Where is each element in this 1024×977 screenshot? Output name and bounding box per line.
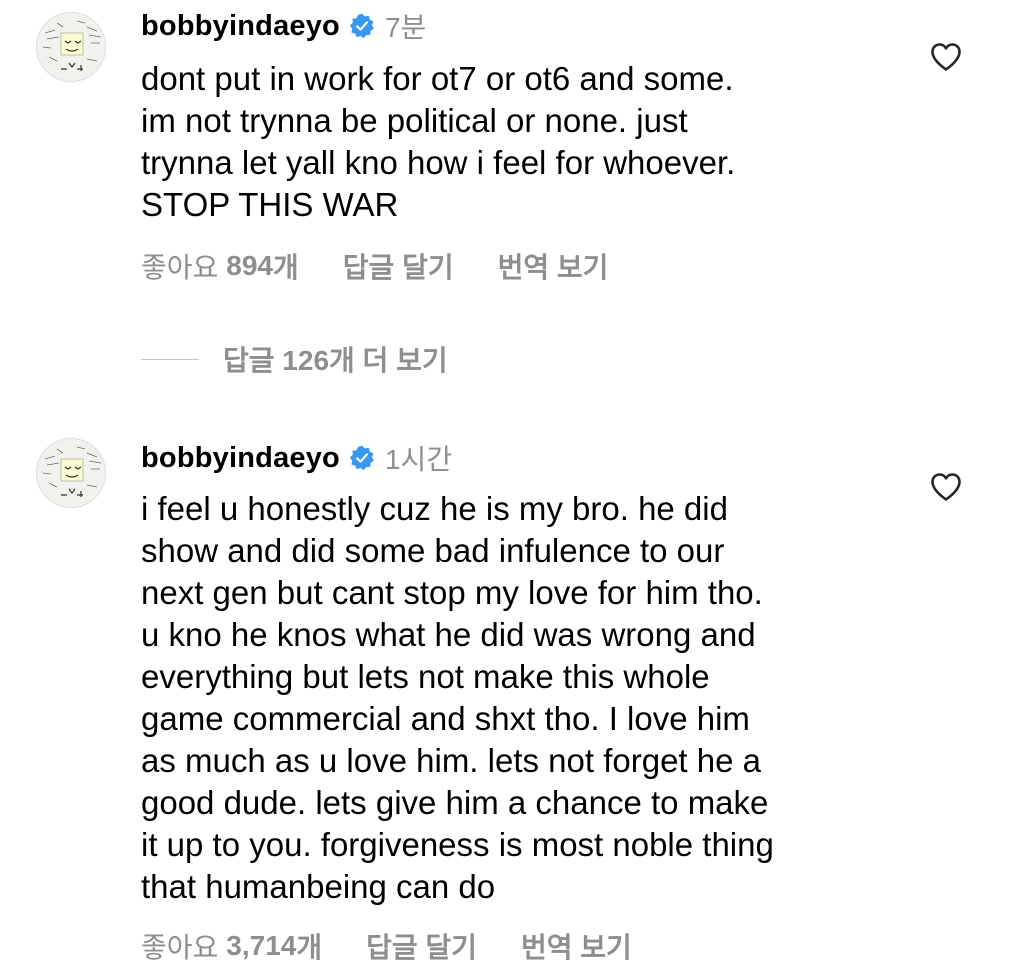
doodle-avatar-icon [37,439,105,507]
timestamp: 7분 [384,12,427,43]
likes-label[interactable]: 좋아요 [141,246,218,286]
reply-button[interactable]: 답글 달기 [366,926,477,966]
comment-text: i feel u honestly cuz he is my bro. he d… [141,490,774,905]
doodle-avatar-icon [37,13,105,81]
username[interactable]: bobbyindaeyo [141,10,340,43]
likes-suffix[interactable]: 개 [273,246,299,286]
divider-line [141,358,199,360]
comment-text: dont put in work for ot7 or ot6 and some… [141,60,736,223]
comment-actions: 좋아요 3,714 개 답글 달기 번역 보기 [141,926,632,966]
verified-badge-icon [349,13,375,39]
comment-header: bobbyindaeyo 1시간 [141,438,452,478]
view-replies-button[interactable]: 답글 126개 더 보기 [141,337,448,381]
view-replies-label[interactable]: 답글 126개 더 보기 [223,339,448,379]
timestamp: 1시간 [384,444,453,475]
avatar[interactable] [36,438,106,508]
likes-label[interactable]: 좋아요 [141,926,218,966]
likes-count[interactable]: 894 [226,250,273,282]
verified-badge-icon [349,445,375,471]
username[interactable]: bobbyindaeyo [141,442,340,475]
likes-count[interactable]: 3,714 [226,930,296,962]
heart-outline-icon[interactable] [930,472,962,502]
heart-outline-icon[interactable] [930,42,962,72]
reply-button[interactable]: 답글 달기 [343,246,454,286]
translate-button[interactable]: 번역 보기 [498,246,609,286]
translate-button[interactable]: 번역 보기 [521,926,632,966]
likes-suffix[interactable]: 개 [296,926,322,966]
avatar[interactable] [36,12,106,82]
comment-actions: 좋아요 894 개 답글 달기 번역 보기 [141,246,608,286]
comment-header: bobbyindaeyo 7분 [141,6,426,46]
